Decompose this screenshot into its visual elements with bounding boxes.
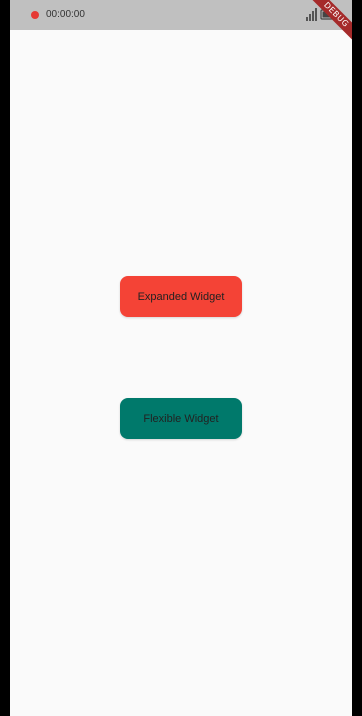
device-screen: 00:00:00 DEBUG Expanded Widget Flexible … <box>0 0 362 716</box>
flexible-widget[interactable]: Flexible Widget <box>120 398 242 439</box>
expanded-widget[interactable]: Expanded Widget <box>120 276 242 317</box>
record-dot-icon <box>31 11 39 19</box>
app-surface: 00:00:00 DEBUG Expanded Widget Flexible … <box>10 0 352 716</box>
status-bar: 00:00:00 DEBUG <box>10 0 352 48</box>
signal-icon <box>306 8 317 21</box>
recording-time: 00:00:00 <box>46 9 85 20</box>
